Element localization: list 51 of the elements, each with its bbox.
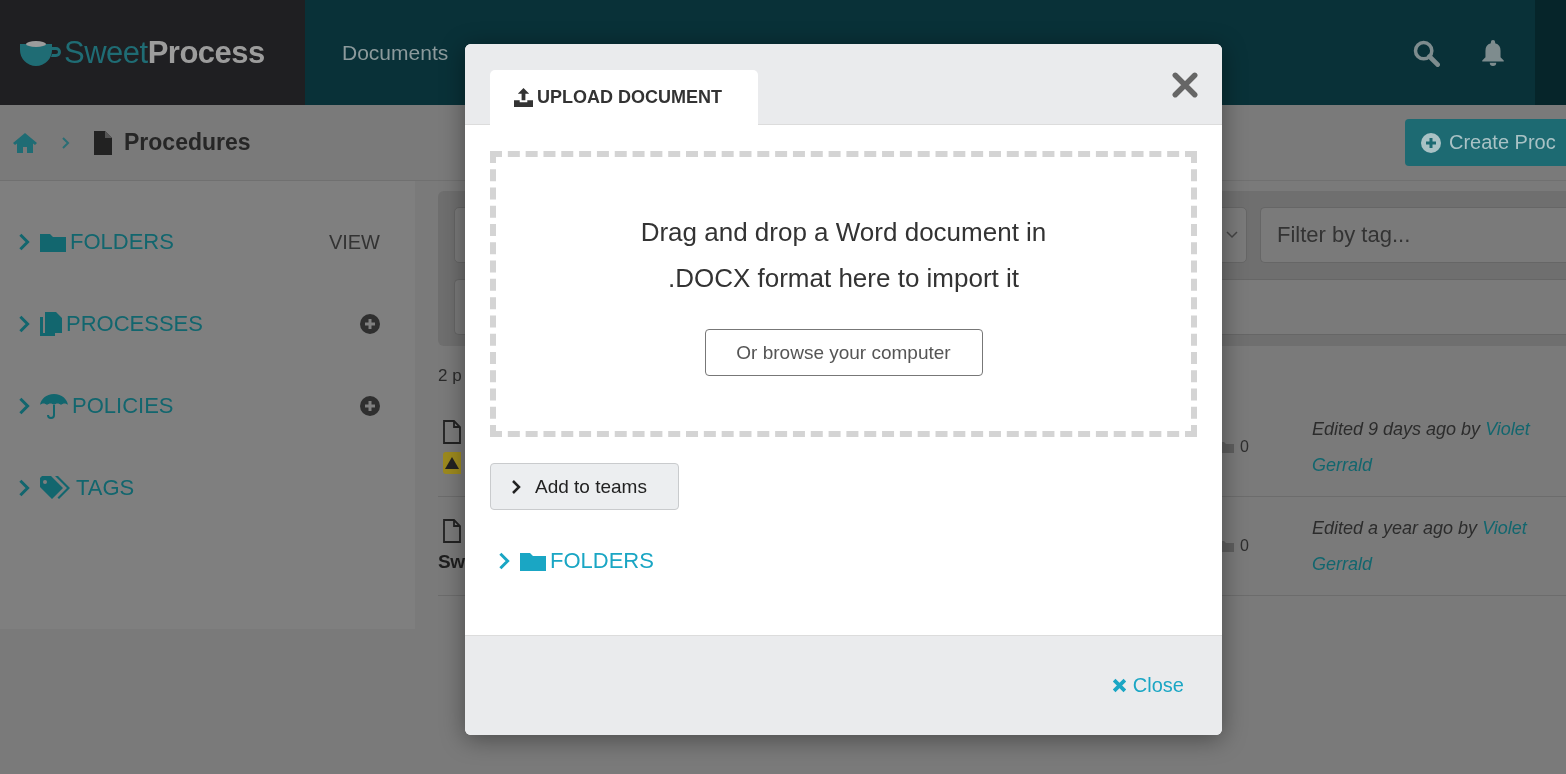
drop-instructions: Drag and drop a Word document in .DOCX format here to import it — [640, 216, 1047, 295]
document-icon — [443, 420, 461, 444]
add-icon — [1421, 132, 1441, 153]
copy-icon — [40, 312, 62, 336]
chevron-icon[interactable] — [498, 551, 510, 571]
breadcrumb-current: Procedures — [124, 129, 251, 156]
folder-count: 0 — [1240, 438, 1249, 456]
author-link[interactable]: Violet — [1482, 510, 1527, 546]
home-icon[interactable] — [12, 131, 38, 154]
chevron-icon[interactable] — [18, 478, 30, 498]
sidebar-item[interactable]: TAGS — [76, 475, 135, 501]
tag-icon — [40, 476, 72, 500]
folder-count: 0 — [1240, 537, 1249, 555]
search-icon[interactable] — [1412, 38, 1440, 67]
tag-filter-field[interactable]: Filter by tag... — [1260, 207, 1566, 263]
author-link[interactable]: Gerrald — [1312, 546, 1373, 582]
add-icon[interactable] — [360, 314, 380, 334]
folder-icon — [520, 551, 546, 571]
edited-text: Edited 9 days ago by — [1312, 418, 1481, 441]
upload-icon — [514, 88, 533, 107]
author-link[interactable]: Violet — [1485, 411, 1530, 447]
chevron-icon — [511, 478, 521, 495]
browse-button[interactable]: Or browse your computer — [704, 329, 983, 376]
chevron-icon — [62, 136, 70, 149]
result-count: 2 p — [438, 366, 463, 386]
sidebar-item[interactable]: PROCESSES — [66, 311, 203, 337]
upload-tab[interactable]: UPLOAD DOCUMENT — [490, 70, 758, 125]
sidebar-item[interactable]: POLICIES — [72, 393, 174, 419]
add-icon[interactable] — [360, 396, 380, 416]
document-icon — [443, 519, 461, 543]
sidebar-item[interactable]: FOLDERS — [70, 229, 174, 255]
bell-icon[interactable] — [1480, 38, 1506, 67]
chevron-icon[interactable] — [18, 396, 30, 416]
umbrella-icon — [40, 393, 68, 419]
folder-icon — [40, 232, 66, 252]
close-icon[interactable] — [1172, 72, 1198, 98]
procedure-title[interactable]: Sw — [438, 551, 465, 573]
create-button[interactable]: Create Proc — [1405, 119, 1566, 166]
chevron-icon[interactable] — [18, 314, 30, 334]
document-icon — [94, 130, 112, 155]
author-link[interactable]: Gerrald — [1312, 447, 1373, 483]
folders-link[interactable]: FOLDERS — [550, 548, 654, 574]
nav-link[interactable]: Documents — [342, 40, 449, 65]
view-link[interactable]: VIEW — [328, 230, 380, 254]
close-button[interactable]: Close — [1111, 674, 1184, 697]
caret-icon — [1226, 231, 1238, 239]
add-to-teams-button[interactable]: Add to teams — [490, 463, 679, 510]
drop-zone[interactable]: Drag and drop a Word document in .DOCX format here to import it Or browse your computer — [490, 151, 1197, 437]
chevron-icon[interactable] — [18, 232, 30, 252]
close-icon — [1111, 678, 1127, 693]
edited-text: Edited a year ago by — [1312, 517, 1478, 540]
